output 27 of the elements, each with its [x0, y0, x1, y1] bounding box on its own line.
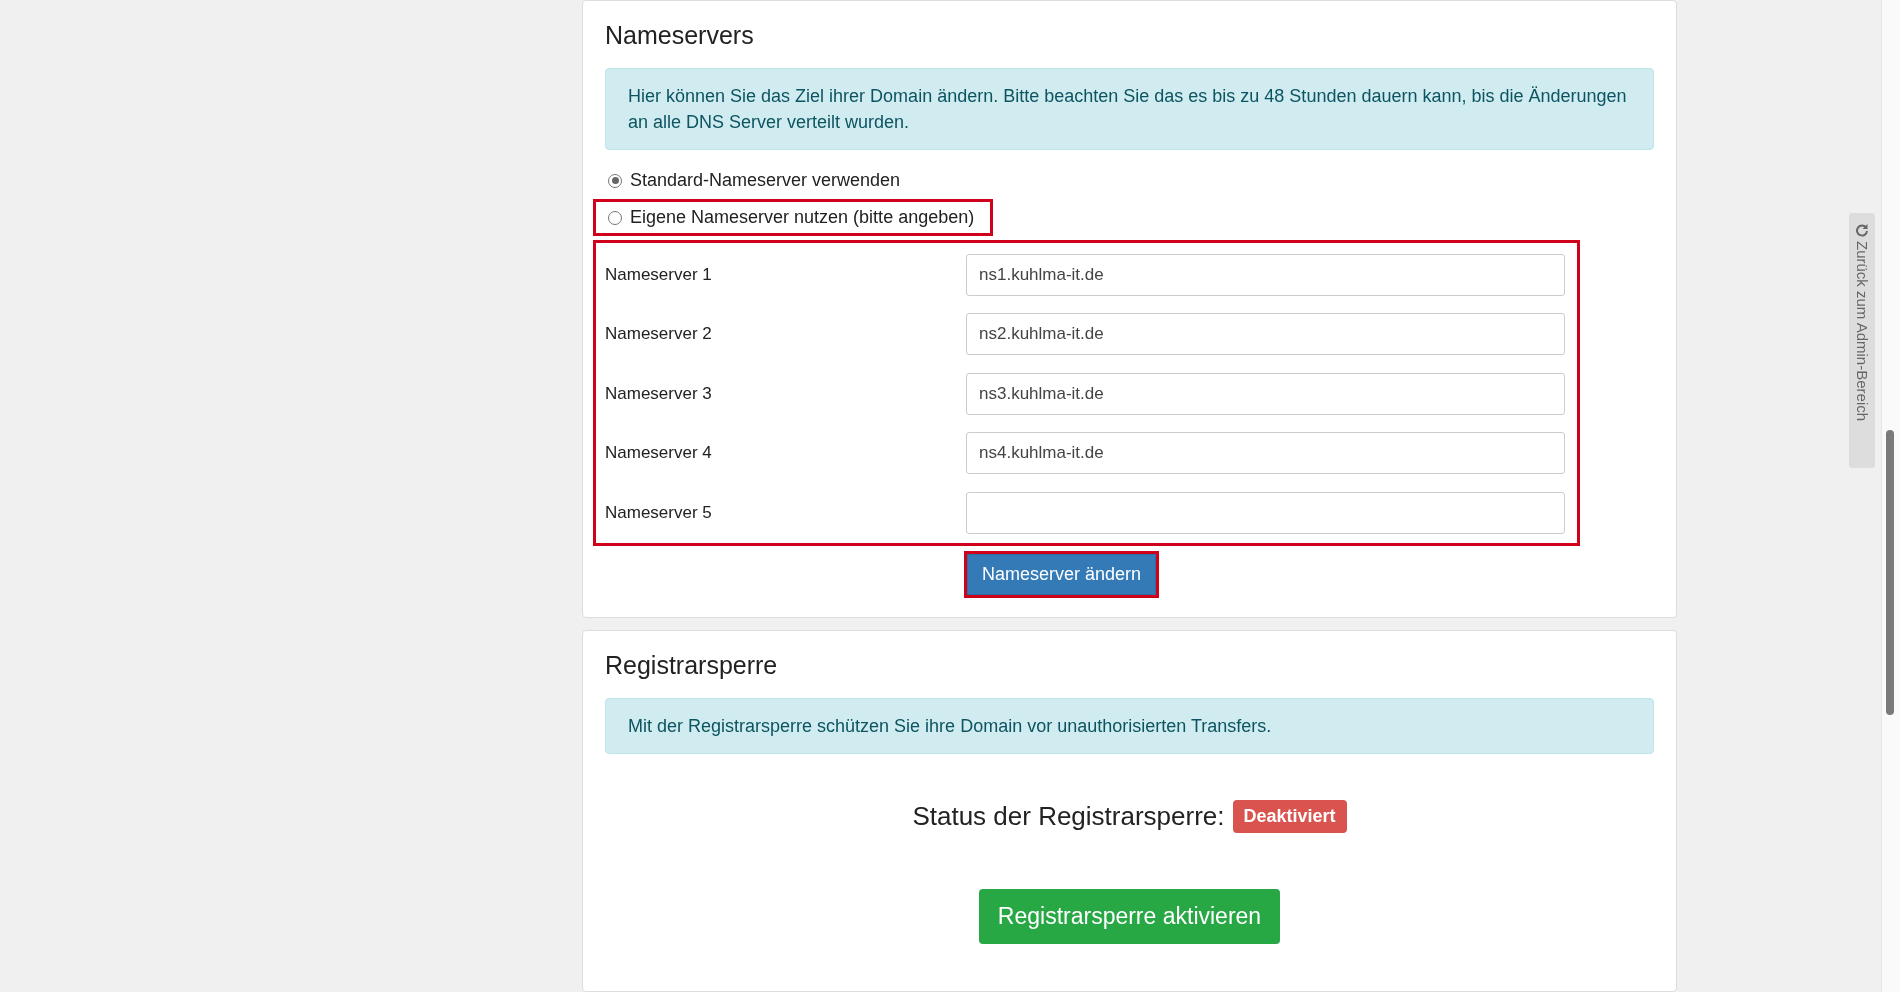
radio-option[interactable]: Standard-Nameserver verwenden: [593, 162, 920, 199]
nameserver-input[interactable]: ns4.kuhlma-it.de: [966, 432, 1565, 475]
nameserver-input[interactable]: ns3.kuhlma-it.de: [966, 372, 1565, 415]
scrollbar[interactable]: [1881, 0, 1900, 992]
nameserver-input[interactable]: ns1.kuhlma-it.de: [966, 253, 1565, 296]
status-badge: Deaktiviert: [1232, 799, 1347, 833]
back-to-admin-tab[interactable]: Zurück zum Admin-Bereich: [1849, 213, 1875, 468]
radio-button[interactable]: [608, 173, 622, 188]
radio-label: Eigene Nameserver nutzen (bitte angeben): [630, 207, 975, 228]
refresh-icon: [1855, 223, 1869, 237]
radio-button[interactable]: [608, 210, 622, 225]
change-nameserver-button[interactable]: Nameserver ändern: [967, 553, 1157, 595]
scrollbar-thumb[interactable]: [1886, 430, 1894, 715]
info-alert: Mit der Registrarsperre schützen Sie ihre Domain vor unauthorisierten Transfers.: [605, 697, 1654, 754]
nameserver-input[interactable]: [966, 491, 1565, 534]
highlighted-radio-option[interactable]: Eigene Nameserver nutzen (bitte angeben): [593, 199, 994, 236]
section-title: Nameservers: [605, 21, 755, 50]
field-label: Nameserver 1: [605, 264, 713, 285]
field-label: Nameserver 4: [605, 443, 713, 464]
radio-label: Standard-Nameserver verwenden: [630, 170, 901, 191]
field-label: Nameserver 2: [605, 324, 713, 345]
status-label: Status der Registrarsperre:: [912, 800, 1225, 832]
field-label: Nameserver 5: [605, 502, 713, 523]
field-label: Nameserver 3: [605, 383, 713, 404]
info-alert: Hier können Sie das Ziel ihrer Domain ändern. Bitte beachten Sie das es bis zu 48 Stunden dauern kann, bis die Änderungen an alle DNS Server verteilt wurden.: [605, 68, 1654, 150]
nameserver-input[interactable]: ns2.kuhlma-it.de: [966, 313, 1565, 356]
section-title: Registrarsperre: [605, 650, 779, 680]
